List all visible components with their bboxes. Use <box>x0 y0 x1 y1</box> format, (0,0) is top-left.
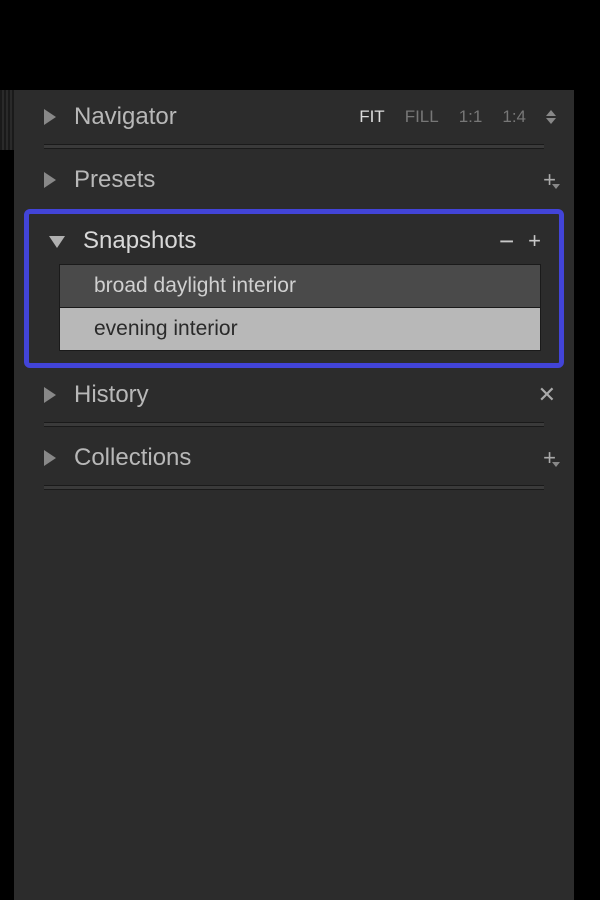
panel-grip[interactable] <box>0 90 14 150</box>
navigator-title: Navigator <box>74 103 355 131</box>
chevron-right-icon <box>44 387 56 403</box>
zoom-stepper-icon[interactable] <box>546 110 556 124</box>
zoom-1to1-option[interactable]: 1:1 <box>455 105 487 129</box>
chevron-down-icon <box>49 236 65 248</box>
add-preset-icon[interactable]: + <box>543 169 556 191</box>
add-collection-icon[interactable]: + <box>543 447 556 469</box>
zoom-fit-option[interactable]: FIT <box>355 105 389 129</box>
zoom-fill-option[interactable]: FILL <box>401 105 443 129</box>
chevron-right-icon <box>44 172 56 188</box>
side-panel: Navigator FIT FILL 1:1 1:4 Presets <box>14 90 574 900</box>
snapshot-list: broad daylight interior evening interior <box>59 264 541 351</box>
chevron-right-icon <box>44 109 56 125</box>
divider <box>44 422 544 427</box>
presets-title: Presets <box>74 166 543 194</box>
snapshots-panel-header[interactable]: Snapshots − + <box>29 214 559 264</box>
snapshots-highlight-box: Snapshots − + broad daylight interior ev… <box>24 209 564 368</box>
presets-panel-header[interactable]: Presets + <box>14 153 574 207</box>
history-title: History <box>74 381 538 409</box>
divider <box>44 485 544 490</box>
zoom-1to4-option[interactable]: 1:4 <box>498 105 530 129</box>
collections-title: Collections <box>74 444 543 472</box>
snapshot-item[interactable]: evening interior <box>60 308 540 350</box>
chevron-right-icon <box>44 450 56 466</box>
navigator-zoom-options: FIT FILL 1:1 1:4 <box>355 105 556 129</box>
snapshots-title: Snapshots <box>83 227 499 255</box>
clear-history-icon[interactable]: ✕ <box>538 384 556 406</box>
remove-snapshot-icon[interactable]: − <box>499 228 514 254</box>
add-snapshot-icon[interactable]: + <box>528 230 541 252</box>
history-panel-header[interactable]: History ✕ <box>14 374 574 422</box>
snapshot-item[interactable]: broad daylight interior <box>60 265 540 308</box>
divider <box>44 144 544 149</box>
navigator-panel-header[interactable]: Navigator FIT FILL 1:1 1:4 <box>14 90 574 144</box>
app-frame: Navigator FIT FILL 1:1 1:4 Presets <box>0 90 600 900</box>
collections-panel-header[interactable]: Collections + <box>14 431 574 485</box>
